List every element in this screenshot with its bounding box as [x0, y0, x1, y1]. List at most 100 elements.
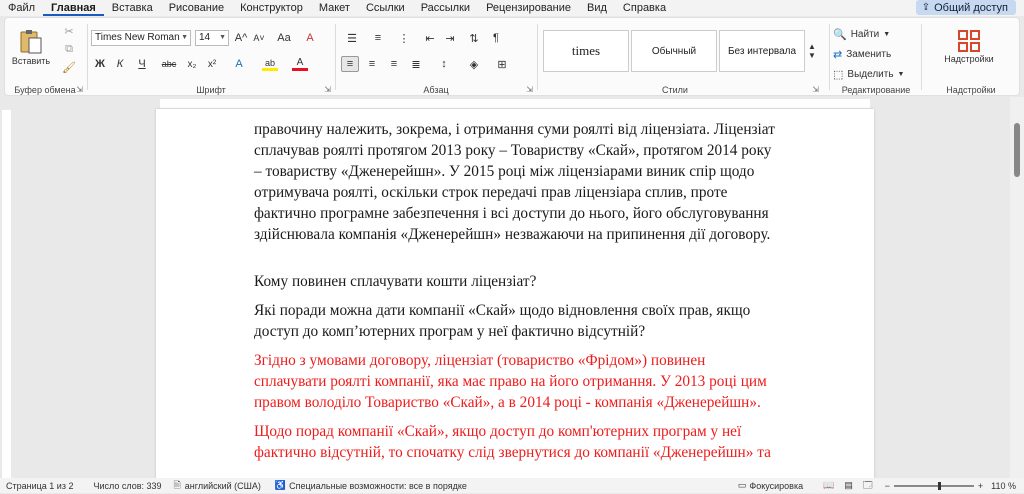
styles-launcher-icon[interactable]: ⇲ [812, 85, 819, 94]
numbering-icon[interactable]: ≡ [367, 30, 389, 46]
focus-button[interactable]: Фокусировка [749, 481, 803, 491]
tab-insert[interactable]: Вставка [104, 0, 161, 16]
align-right-icon[interactable]: ≡ [385, 56, 403, 72]
tab-mailings[interactable]: Рассылки [413, 0, 478, 16]
tab-review[interactable]: Рецензирование [478, 0, 579, 16]
cut-icon[interactable]: ✂ [61, 24, 77, 38]
tab-design[interactable]: Конструктор [232, 0, 311, 16]
borders-icon[interactable]: ⊞ [491, 56, 513, 72]
share-icon: ⇪ [921, 2, 931, 13]
text-line: – товариству «Дженерейшн». У 2015 році м… [254, 163, 755, 180]
paragraph-group: ☰ ≡ ⋮ ⇤ ⇥ ⇅ ¶ ≡ ≡ ≡ ≣ ↕ ◈ ⊞ Абзац ⇲ [337, 18, 535, 97]
chevron-down-icon: ▼ [219, 34, 226, 41]
grow-font-button[interactable]: A^ [233, 30, 249, 46]
divider [87, 24, 88, 90]
clipboard-group-label: Буфер обмена [14, 85, 76, 95]
editing-group-label: Редактирование [841, 85, 911, 95]
text-effects-icon[interactable]: A [227, 56, 251, 72]
zoom-in-icon[interactable]: + [978, 481, 983, 491]
highlight-button[interactable]: ab [257, 56, 283, 72]
status-bar: Страница 1 из 2 Число слов: 339 🗎 англий… [0, 478, 1024, 493]
paragraph-launcher-icon[interactable]: ⇲ [526, 85, 533, 94]
tab-layout[interactable]: Макет [311, 0, 358, 16]
tab-file[interactable]: Файл [0, 0, 43, 16]
subscript-button[interactable]: x₂ [183, 56, 201, 72]
addins-button[interactable]: Надстройки [933, 26, 1005, 68]
tab-home[interactable]: Главная [43, 0, 104, 16]
tab-help[interactable]: Справка [615, 0, 674, 16]
find-button[interactable]: 🔍 Найти ▼ [833, 26, 890, 42]
bold-button[interactable]: Ж [91, 56, 109, 72]
text-line: сплачував роялті протягом 2013 року – То… [254, 142, 772, 159]
vertical-scrollbar[interactable] [1010, 97, 1024, 478]
question-2-line: Які поради можна дати компанії «Скай» що… [254, 302, 751, 319]
align-center-icon[interactable]: ≡ [363, 56, 381, 72]
zoom-slider[interactable] [893, 481, 974, 490]
superscript-button[interactable]: x² [203, 56, 221, 72]
divider [537, 24, 538, 90]
styles-more-icon[interactable]: ▲ ▼ [807, 32, 817, 70]
page-count[interactable]: Страница 1 из 2 [6, 481, 73, 491]
justify-icon[interactable]: ≣ [407, 56, 425, 72]
style-times[interactable]: times [543, 30, 629, 72]
font-launcher-icon[interactable]: ⇲ [324, 85, 331, 94]
proofing-icon[interactable]: 🗎 [174, 478, 181, 494]
show-marks-button[interactable]: ¶ [487, 30, 505, 46]
line-spacing-icon[interactable]: ↕ [433, 56, 455, 72]
answer-1-line: правом володіло Товариство «Скай», а в 2… [254, 394, 761, 411]
select-button[interactable]: ⬚ Выделить ▼ [833, 66, 904, 82]
answer-2-line: фактично відсутній, то спочатку слід зве… [254, 444, 771, 461]
shading-icon[interactable]: ◈ [463, 56, 485, 72]
divider [335, 24, 336, 90]
language[interactable]: английский (США) [185, 481, 261, 491]
shrink-font-button[interactable]: A˅ [251, 30, 267, 46]
change-case-button[interactable]: Aa [273, 30, 295, 46]
zoom-slider-thumb[interactable] [937, 481, 941, 490]
document-page[interactable]: правочину належить, зокрема, і отримання… [156, 109, 874, 479]
style-normal[interactable]: Обычный [631, 30, 717, 72]
horizontal-ruler [0, 97, 1010, 109]
font-group-label: Шрифт [196, 85, 226, 95]
tab-draw[interactable]: Рисование [161, 0, 232, 16]
addins-group-label: Надстройки [946, 85, 996, 95]
zoom-level[interactable]: 110 % [991, 481, 1016, 491]
font-size-dropdown[interactable]: 14 ▼ [195, 30, 229, 46]
print-layout-icon[interactable]: ▤ [844, 480, 853, 491]
increase-indent-icon[interactable]: ⇥ [441, 30, 459, 46]
scrollbar-thumb[interactable] [1014, 123, 1020, 177]
copy-icon[interactable]: ⧉ [61, 42, 77, 56]
format-painter-icon[interactable]: 🖌 [61, 60, 77, 74]
document-body[interactable]: правочину належить, зокрема, і отримання… [254, 119, 834, 463]
multilevel-list-icon[interactable]: ⋮ [393, 30, 415, 46]
strikethrough-button[interactable]: abc [157, 56, 181, 72]
read-mode-icon[interactable]: 📖 [823, 480, 834, 491]
font-name-dropdown[interactable]: Times New Roman ▼ [91, 30, 191, 46]
select-icon: ⬚ [833, 68, 844, 81]
word-count[interactable]: Число слов: 339 [93, 481, 161, 491]
decrease-indent-icon[interactable]: ⇤ [421, 30, 439, 46]
underline-button[interactable]: Ч [131, 56, 153, 72]
web-layout-icon[interactable]: 🗔 [863, 478, 873, 494]
answer-1-line: Згідно з умовами договору, ліцензіат (то… [254, 352, 706, 369]
clipboard-launcher-icon[interactable]: ⇲ [76, 85, 83, 94]
text-line: здійснювала компанія «Дженерейшн» незваж… [254, 226, 771, 243]
style-no-spacing[interactable]: Без интервала [719, 30, 805, 72]
font-color-icon: A [296, 56, 304, 68]
zoom-out-icon[interactable]: − [885, 481, 890, 491]
replace-button[interactable]: ⇄ Заменить [833, 46, 891, 62]
tab-view[interactable]: Вид [579, 0, 615, 16]
italic-button[interactable]: К [111, 56, 129, 72]
accessibility-status[interactable]: Специальные возможности: все в порядке [289, 481, 467, 491]
bullets-icon[interactable]: ☰ [341, 30, 363, 46]
sort-icon[interactable]: ⇅ [465, 30, 483, 46]
clear-formatting-button[interactable]: A [301, 30, 319, 46]
tab-references[interactable]: Ссылки [358, 0, 413, 16]
share-button[interactable]: ⇪ Общий доступ [915, 0, 1016, 15]
paragraph-group-label: Абзац [423, 85, 449, 95]
align-left-icon[interactable]: ≡ [341, 56, 359, 72]
font-color-button[interactable]: A [287, 56, 313, 72]
focus-icon: ▭ [737, 480, 747, 490]
vertical-ruler [0, 110, 12, 478]
paste-button[interactable]: Вставить [12, 22, 50, 72]
